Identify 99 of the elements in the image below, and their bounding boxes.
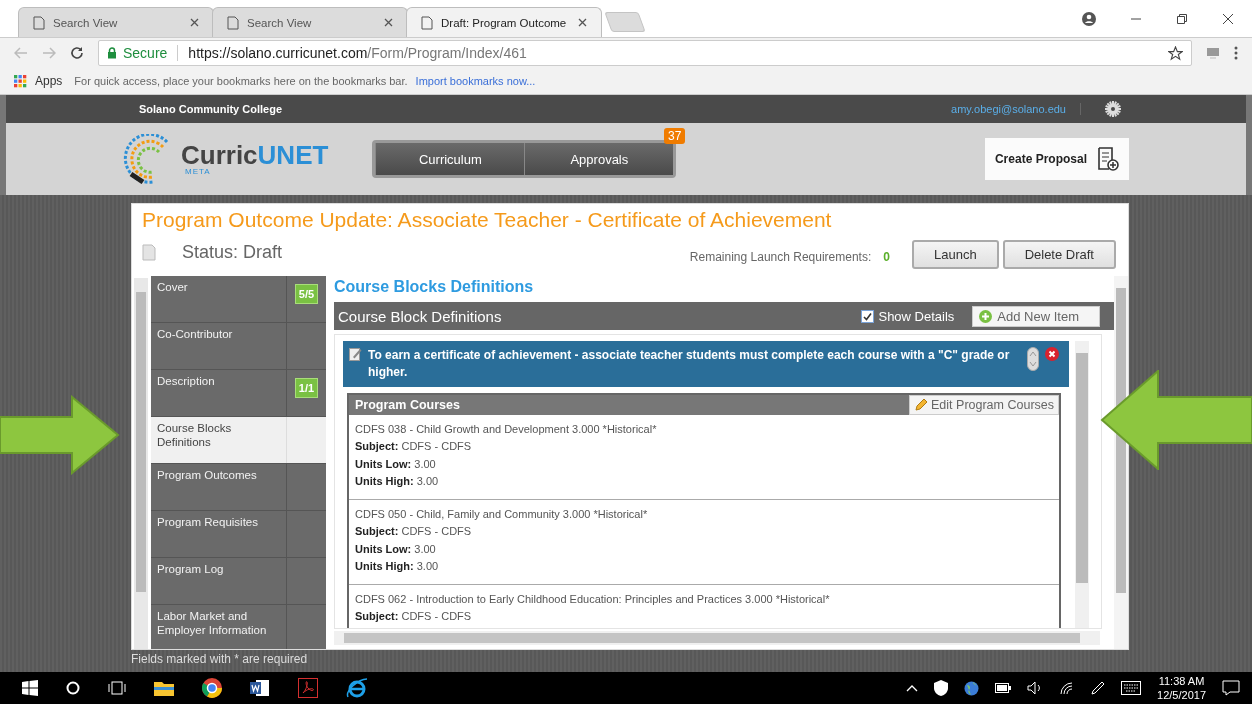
bookmarks-hint: For quick access, place your bookmarks here on the bookmarks bar. <box>74 75 408 87</box>
add-new-item-button[interactable]: Add New Item <box>972 305 1100 327</box>
document-add-icon <box>1097 147 1119 171</box>
section-heading: Course Blocks Definitions <box>334 278 535 296</box>
college-name: Solano Community College <box>139 103 282 115</box>
course-detail: Units High: 3.00 <box>355 474 440 490</box>
nav-button[interactable]: Curriculum <box>375 143 525 175</box>
battery-icon[interactable] <box>995 683 1012 693</box>
tab-title: Search View <box>247 16 313 29</box>
checkbox[interactable] <box>861 309 875 323</box>
logo-text: CurricUNET <box>181 142 329 168</box>
extension-icon[interactable] <box>1206 47 1220 59</box>
task-view-icon[interactable] <box>108 681 126 695</box>
tab-title: Draft: Program Outcome <box>441 16 568 29</box>
browser-tab[interactable]: Search View <box>18 7 214 37</box>
clock-time[interactable]: 11:38 AM <box>1158 674 1205 688</box>
profile-icon[interactable] <box>1082 11 1096 26</box>
action-button[interactable]: Launch <box>911 240 999 269</box>
status-text: Status: Draft <box>182 242 283 263</box>
apps-link[interactable]: Apps <box>35 74 63 88</box>
document-icon <box>142 244 156 261</box>
course-detail: Units Low: 3.00 <box>355 541 437 557</box>
star-icon[interactable] <box>1168 45 1183 61</box>
browser-tab[interactable]: Search View <box>212 7 408 37</box>
course-detail: Units High: 3.00 <box>355 559 440 575</box>
sidebar-item[interactable]: Program Log <box>151 558 326 605</box>
lock-icon <box>107 47 117 59</box>
menu-icon[interactable] <box>1234 46 1238 60</box>
action-button[interactable]: Delete Draft <box>1002 240 1116 269</box>
progress-badge: 1/1 <box>294 378 319 398</box>
close-icon[interactable] <box>384 18 393 27</box>
pen-icon[interactable] <box>1091 681 1106 695</box>
keyboard-icon[interactable] <box>1121 681 1142 695</box>
course-title: CDFS 038 - Child Growth and Development 3.000 *Historical* <box>355 421 658 437</box>
clock-date[interactable]: 12/5/2017 <box>1157 688 1206 702</box>
word-icon[interactable] <box>250 679 270 697</box>
scrollbar[interactable] <box>334 631 1100 645</box>
reload-icon[interactable] <box>70 46 84 60</box>
folder-icon[interactable] <box>154 680 174 696</box>
panel-title: Course Block Definitions <box>338 307 502 325</box>
sidebar-item[interactable]: Co-Contributor <box>151 323 326 370</box>
apps-icon[interactable] <box>14 74 27 88</box>
course-detail: Subject: CDFS - CDFS <box>355 609 473 625</box>
restore-icon[interactable] <box>1176 12 1188 25</box>
tab-title: Search View <box>53 16 119 29</box>
internet-explorer-icon[interactable] <box>346 677 368 699</box>
edit-courses-button[interactable]: Edit Program Courses <box>909 394 1059 415</box>
course-detail: Subject: CDFS - CDFS <box>355 524 473 540</box>
sidebar-item[interactable]: Labor Market and Employer Information <box>151 605 326 649</box>
sidebar-item[interactable]: Course Blocks Definitions <box>151 417 326 464</box>
sidebar-item[interactable]: Program Outcomes <box>151 464 326 511</box>
courses-title: Program Courses <box>355 397 460 412</box>
page-icon <box>227 15 239 30</box>
required-fields-note: Fields marked with * are required <box>131 652 309 666</box>
search-icon[interactable] <box>66 681 80 695</box>
close-icon[interactable] <box>578 18 587 27</box>
course-block-description: To earn a certificate of achievement - associate teacher students must complete each course with a "C" grade or higher. <box>368 347 1011 381</box>
address-field[interactable]: Secure https://solano.curricunet.com/Form/Program/Index/461 <box>98 40 1192 66</box>
logo-subtitle: META <box>185 168 212 176</box>
shield-icon[interactable] <box>934 680 949 696</box>
windows-start-icon[interactable] <box>22 680 38 696</box>
browser-tab[interactable]: Draft: Program Outcome <box>406 7 602 37</box>
requirements-count: 0 <box>883 249 890 264</box>
sidebar-item[interactable]: Program Requisites <box>151 511 326 558</box>
page-icon <box>421 15 433 30</box>
course-title: CDFS 050 - Child, Family and Community 3.000 *Historical* <box>355 506 649 522</box>
proposal-title: Program Outcome Update: Associate Teacher - Certificate of Achievement <box>142 208 833 232</box>
progress-badge: 5/5 <box>294 284 319 304</box>
import-bookmarks-link[interactable]: Import bookmarks now... <box>415 75 536 87</box>
scrollbar[interactable] <box>134 278 148 649</box>
pdf-icon[interactable] <box>298 678 318 698</box>
chevron-up-icon[interactable] <box>906 684 919 692</box>
course-detail: Subject: CDFS - CDFS <box>355 439 473 455</box>
url-text: https://solano.curricunet.com/Form/Program/Index/461 <box>188 45 527 61</box>
scrollbar[interactable] <box>1075 341 1089 628</box>
count-badge: 37 <box>664 128 686 144</box>
show-details-checkbox[interactable]: Show Details <box>861 308 955 324</box>
close-icon[interactable] <box>190 18 199 27</box>
notifications-icon[interactable] <box>1222 680 1240 696</box>
plus-icon <box>979 309 993 323</box>
user-email-link[interactable]: amy.obegi@solano.edu <box>951 103 1081 115</box>
browser-icon[interactable] <box>202 678 222 698</box>
secure-label: Secure <box>123 45 168 61</box>
settings-icon[interactable] <box>1105 101 1121 117</box>
requirements-label: Remaining Launch Requirements: <box>689 249 872 264</box>
delete-icon[interactable] <box>1045 347 1059 361</box>
scrollbar[interactable] <box>1114 276 1128 649</box>
page-icon <box>33 15 45 30</box>
sidebar-item[interactable]: Cover 5/5 <box>151 276 326 323</box>
edit-note-icon[interactable] <box>349 347 362 361</box>
course-detail: Units Low: 3.00 <box>355 456 437 472</box>
sidebar-item[interactable]: Description 1/1 <box>151 370 326 417</box>
create-proposal-button[interactable]: Create Proposal <box>984 138 1129 180</box>
close-icon[interactable] <box>1222 12 1234 25</box>
globe-icon[interactable] <box>964 680 980 696</box>
reorder-icon[interactable] <box>1027 347 1039 371</box>
pencil-icon <box>914 397 929 412</box>
nav-button[interactable]: Approvals <box>524 143 674 175</box>
course-title: CDFS 062 - Introduction to Early Childhood Education: Principles and Practices 3.000 *Historical* <box>355 591 831 607</box>
